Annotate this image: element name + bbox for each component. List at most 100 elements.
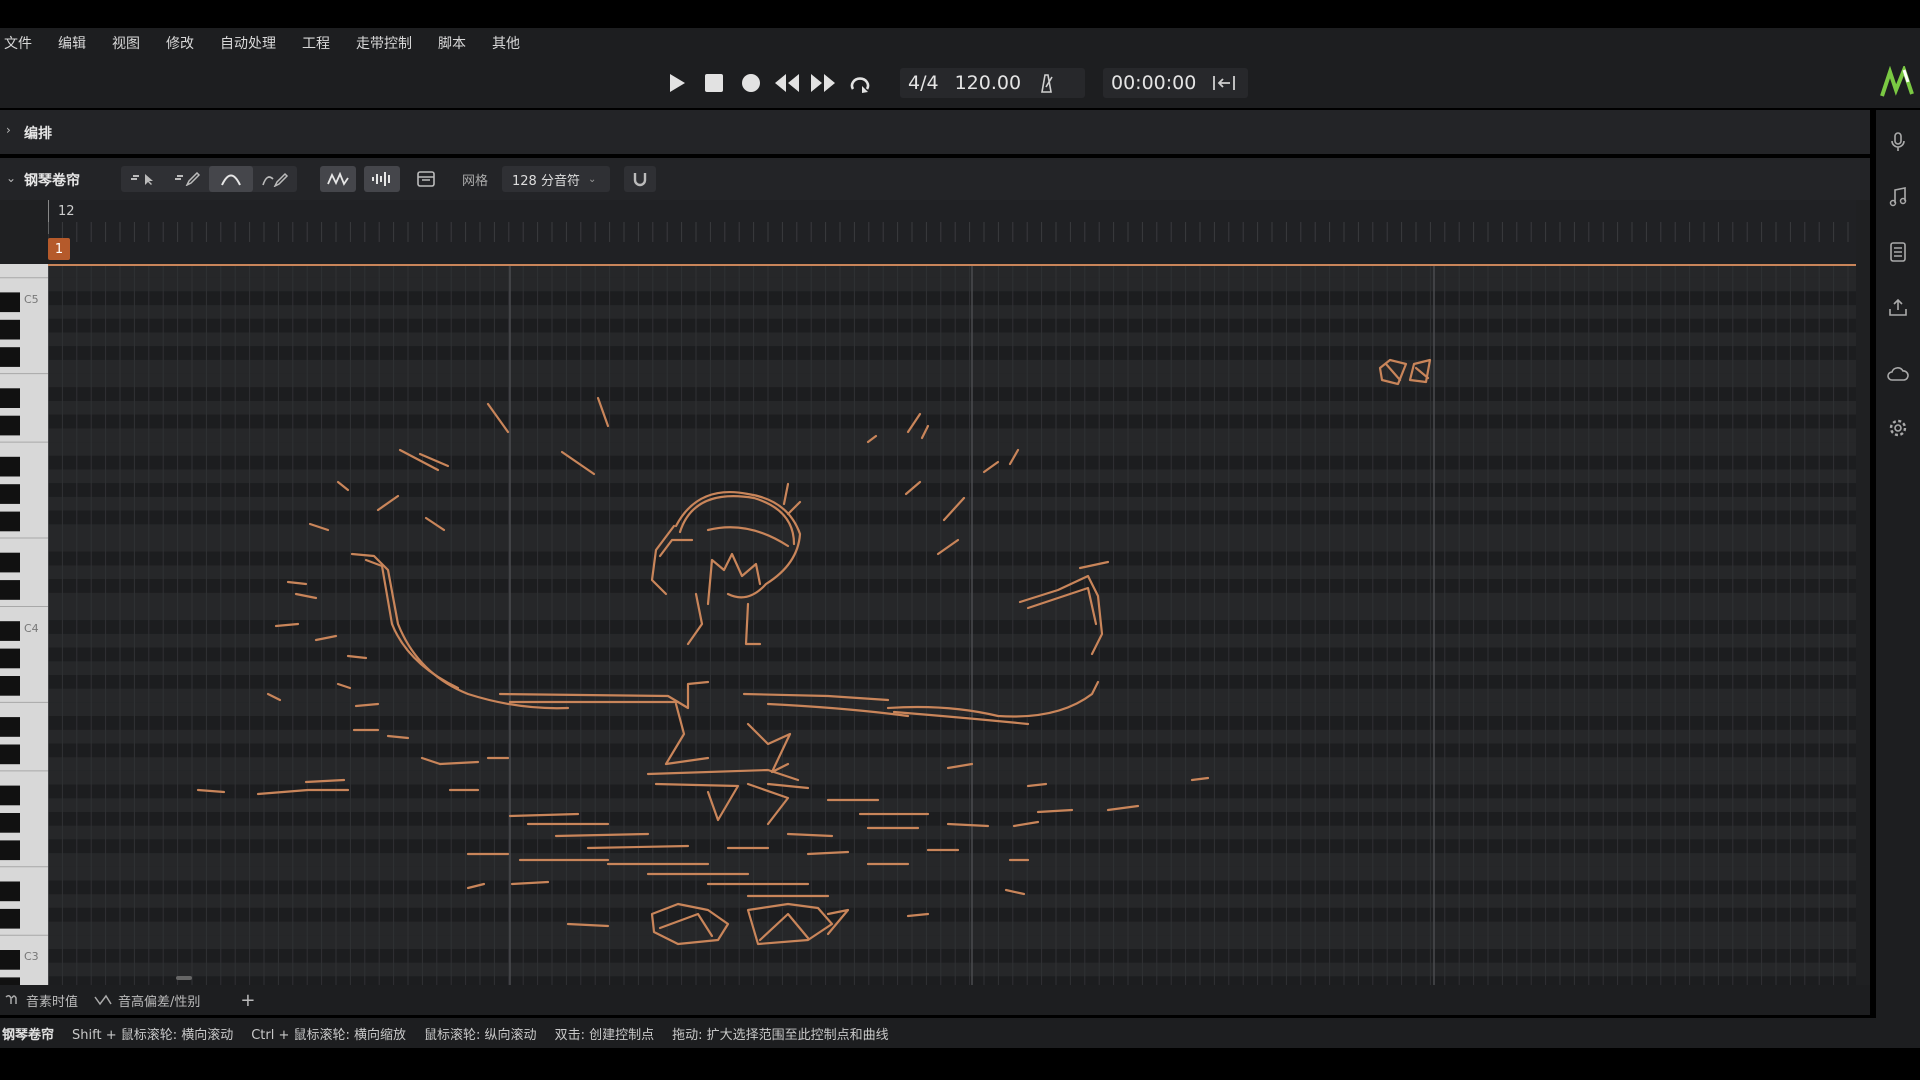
- magnet-icon: [633, 173, 647, 187]
- export-button[interactable]: [1886, 295, 1910, 319]
- document-icon: [1890, 242, 1906, 262]
- pitch-curve-toggle[interactable]: [320, 166, 356, 192]
- tempo-group: 4/4 120.00: [900, 68, 1085, 98]
- document-button[interactable]: [1886, 240, 1910, 264]
- time-signature[interactable]: 4/4: [900, 72, 947, 94]
- black-key[interactable]: [0, 840, 20, 861]
- status-hint: Shift + 鼠标滚轮: 横向滚动: [72, 1027, 234, 1043]
- metronome-button[interactable]: [1029, 73, 1063, 93]
- status-bar: 钢琴卷帘 Shift + 鼠标滚轮: 横向滚动 Ctrl + 鼠标滚轮: 横向缩…: [0, 1018, 1920, 1048]
- black-key[interactable]: [0, 813, 20, 833]
- chevron-down-icon: ⌄: [587, 173, 597, 185]
- tab-phoneme-duration[interactable]: 音素时值: [26, 991, 78, 1010]
- black-key[interactable]: [0, 950, 20, 970]
- collapse-chevron-icon[interactable]: ⌄: [6, 171, 16, 185]
- microphone-button[interactable]: [1886, 130, 1910, 154]
- waveform-toggle[interactable]: [364, 166, 400, 192]
- black-key[interactable]: [0, 456, 20, 477]
- black-key[interactable]: [0, 717, 20, 737]
- pitch-pencil-button[interactable]: [253, 166, 297, 192]
- music-note-button[interactable]: [1886, 185, 1910, 209]
- tab-pitch-deviation[interactable]: 音高偏差/性别: [118, 991, 200, 1010]
- play-button[interactable]: [662, 68, 692, 98]
- expand-chevron-icon[interactable]: ›: [6, 123, 11, 137]
- record-icon: [742, 74, 760, 92]
- menu-modify[interactable]: 修改: [166, 33, 194, 53]
- transport-bar: 4/4 120.00 00:00:00: [0, 58, 1920, 108]
- status-mode: 钢琴卷帘: [2, 1027, 55, 1043]
- pitch-curve-icon: [327, 172, 349, 186]
- snap-magnet-button[interactable]: [624, 166, 656, 192]
- grid-select[interactable]: 128 分音符 ⌄: [502, 166, 610, 192]
- playhead-marker[interactable]: 1: [48, 238, 70, 260]
- time-group: 00:00:00: [1103, 68, 1248, 98]
- draw-tool-button[interactable]: [165, 166, 209, 192]
- black-key[interactable]: [0, 676, 20, 696]
- menu-transport[interactable]: 走带控制: [356, 33, 412, 53]
- key-label-c4: C4: [24, 622, 39, 635]
- key-label-c5: C5: [24, 293, 39, 306]
- select-tool-button[interactable]: [121, 166, 165, 192]
- piano-keyboard[interactable]: C5 C4 C3: [0, 264, 48, 985]
- black-key[interactable]: [0, 908, 20, 929]
- status-hint: 双击: 创建控制点: [554, 1027, 655, 1043]
- tool-group: [121, 166, 297, 192]
- black-key[interactable]: [0, 580, 20, 600]
- horizontal-scroll-thumb[interactable]: [176, 976, 192, 980]
- black-key[interactable]: [0, 881, 20, 902]
- settings-button[interactable]: [1886, 416, 1910, 440]
- rewind-button[interactable]: [772, 68, 802, 98]
- cloud-button[interactable]: [1886, 362, 1910, 386]
- ruler-ticks: [48, 222, 1849, 242]
- stop-icon: [705, 74, 723, 92]
- time-display[interactable]: 00:00:00: [1103, 72, 1204, 94]
- curve-tool-icon: [221, 174, 241, 186]
- grid-select-value: 128 分音符: [512, 173, 580, 189]
- curve-tool-button[interactable]: [209, 166, 253, 192]
- panel-icon: [417, 171, 435, 187]
- right-sidebar: [1876, 110, 1920, 1020]
- phoneme-icon: [5, 994, 17, 1004]
- pencil-note-icon: [175, 172, 201, 186]
- view-toggle-group: [320, 166, 444, 192]
- black-key[interactable]: [0, 511, 20, 532]
- tempo-value[interactable]: 120.00: [947, 72, 1029, 94]
- black-key[interactable]: [0, 621, 20, 641]
- record-button[interactable]: [736, 68, 766, 98]
- bar-number: 12: [58, 204, 75, 219]
- black-key[interactable]: [0, 977, 20, 985]
- black-key[interactable]: [0, 744, 20, 765]
- panel-toggle[interactable]: [408, 166, 444, 192]
- black-key[interactable]: [0, 552, 20, 573]
- menu-other[interactable]: 其他: [492, 33, 520, 53]
- black-key[interactable]: [0, 415, 20, 436]
- gear-icon: [1889, 419, 1907, 437]
- menu-project[interactable]: 工程: [302, 33, 330, 53]
- black-key[interactable]: [0, 648, 20, 669]
- black-key[interactable]: [0, 484, 20, 504]
- black-key[interactable]: [0, 319, 20, 340]
- pitch-pencil-icon: [262, 172, 289, 187]
- arrange-title[interactable]: 编排: [24, 123, 52, 143]
- black-key[interactable]: [0, 388, 20, 408]
- menu-view[interactable]: 视图: [112, 33, 140, 53]
- stop-button[interactable]: [699, 68, 729, 98]
- black-key[interactable]: [0, 785, 20, 806]
- black-key[interactable]: [0, 347, 20, 367]
- app-logo: [1880, 66, 1914, 97]
- loop-button[interactable]: [845, 68, 875, 98]
- add-tab-button[interactable]: +: [240, 990, 255, 1011]
- menu-auto-process[interactable]: 自动处理: [220, 33, 276, 53]
- microphone-icon: [1891, 132, 1905, 151]
- snap-back-button[interactable]: [1204, 74, 1244, 92]
- menu-edit[interactable]: 编辑: [58, 33, 86, 53]
- play-icon: [670, 74, 685, 92]
- fast-forward-button[interactable]: [808, 68, 838, 98]
- note-grid[interactable]: [48, 264, 1856, 985]
- select-tool-icon: [131, 174, 153, 185]
- timeline-ruler[interactable]: 12 1: [48, 200, 1856, 264]
- piano-roll-title[interactable]: 钢琴卷帘: [24, 170, 80, 190]
- black-key[interactable]: [0, 292, 20, 313]
- menu-file[interactable]: 文件: [4, 33, 32, 53]
- menu-script[interactable]: 脚本: [438, 33, 466, 53]
